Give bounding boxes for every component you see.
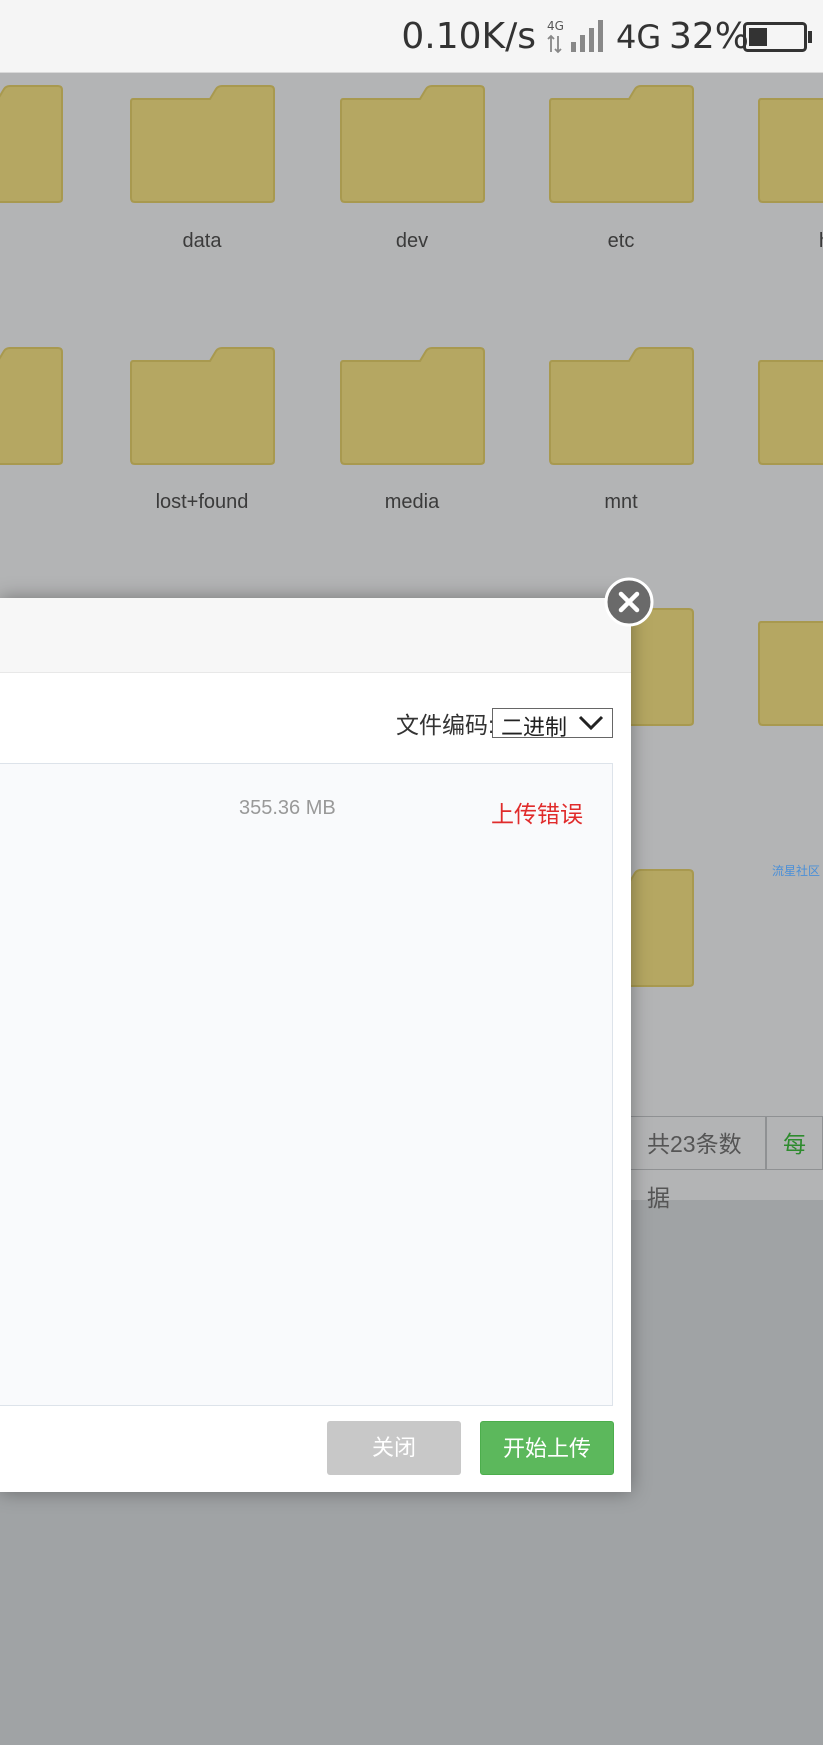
- folder-icon[interactable]: [758, 347, 823, 465]
- folder-icon[interactable]: [340, 85, 485, 203]
- folder-label: etc: [607, 230, 635, 252]
- file-status-error: 上传错误: [491, 801, 583, 827]
- folder-label: media: [384, 491, 440, 513]
- network-speed: 0.10K/s: [401, 16, 536, 57]
- folder-label: o: [730, 491, 823, 514]
- folder-label: mnt: [604, 491, 638, 513]
- folder-icon[interactable]: [758, 85, 823, 203]
- folder-icon[interactable]: [130, 347, 275, 465]
- pagination: 共23条数据 每: [630, 1116, 823, 1211]
- folder-label: s: [730, 752, 823, 775]
- pager-per-page[interactable]: 每: [766, 1116, 823, 1170]
- folder-icon[interactable]: [340, 347, 485, 465]
- folder-icon[interactable]: [549, 85, 694, 203]
- close-icon[interactable]: [604, 577, 654, 627]
- pager-total: 共23条数据: [630, 1116, 766, 1211]
- status-bar: 0.10K/s 4G 4G 32%: [0, 0, 823, 73]
- folder-icon[interactable]: [130, 85, 275, 203]
- network-type: 4G: [616, 18, 662, 56]
- folder-icon[interactable]: [0, 347, 63, 465]
- signal-icon: 4G: [547, 19, 603, 54]
- folder-label: lost+found: [155, 491, 249, 513]
- screen: 0.10K/s 4G 4G 32% ot data dev etc ho: [0, 0, 823, 1745]
- upload-dialog: 文件编码: 二进制 355.36 MB 上传错误 关闭 开始上传: [0, 598, 631, 1492]
- start-upload-button[interactable]: 开始上传: [480, 1421, 614, 1475]
- folder-icon[interactable]: [549, 347, 694, 465]
- folder-icon[interactable]: [0, 85, 63, 203]
- file-list: 355.36 MB 上传错误: [0, 763, 613, 1406]
- folder-label: data: [182, 230, 222, 252]
- encoding-label: 文件编码:: [396, 712, 495, 738]
- battery-icon: [743, 22, 812, 52]
- folder-label: ho: [730, 230, 823, 253]
- chevron-down-icon: [578, 715, 604, 731]
- close-button[interactable]: 关闭: [327, 1421, 461, 1475]
- battery-percent: 32%: [669, 16, 750, 57]
- encoding-select-value: 二进制: [501, 715, 568, 740]
- folder-label: ot: [0, 230, 90, 253]
- folder-label: o: [0, 491, 90, 514]
- signal-small-label: 4G: [547, 19, 564, 33]
- watermark-text: 流星社区: [772, 864, 821, 878]
- folder-label: dev: [395, 230, 429, 252]
- encoding-select[interactable]: 二进制: [492, 708, 613, 740]
- file-size: 355.36 MB: [239, 797, 336, 819]
- folder-icon[interactable]: [758, 608, 823, 726]
- dialog-header: [0, 598, 631, 673]
